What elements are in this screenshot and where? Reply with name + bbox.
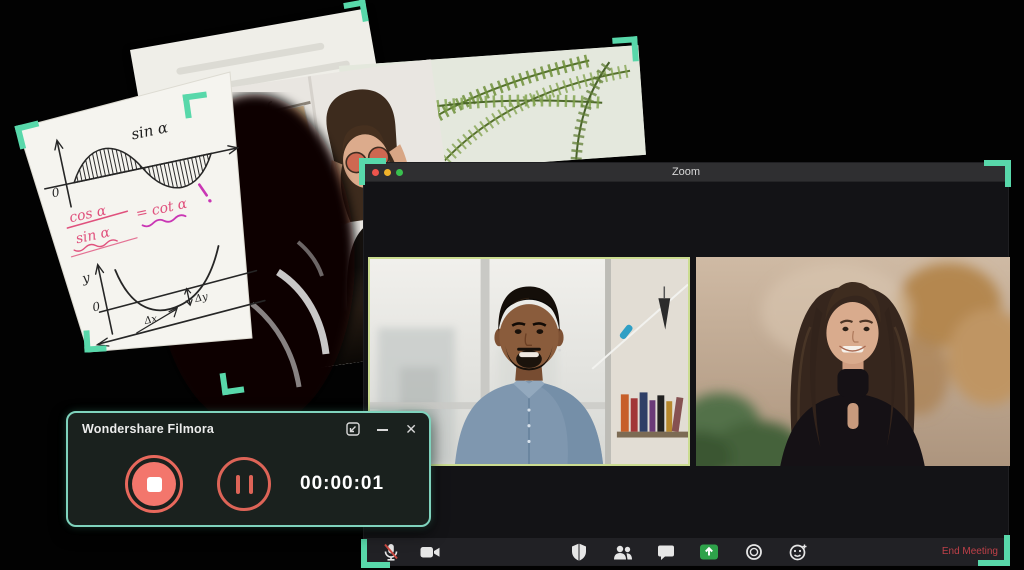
- capture-marker-palm-top-right: [612, 36, 639, 63]
- zoom-window: Zoom: [363, 162, 1009, 566]
- participant-video-2[interactable]: [696, 257, 1010, 466]
- video-camera-icon[interactable]: [419, 542, 441, 562]
- stop-square-icon: [147, 477, 162, 492]
- stop-button-circle: [132, 462, 176, 506]
- pause-icon: [236, 475, 240, 494]
- filmora-recorder-widget: Wondershare Filmora ✕ 00:00:01: [66, 411, 431, 527]
- minimize-icon[interactable]: [377, 429, 388, 431]
- pause-recording-button[interactable]: [217, 457, 271, 511]
- security-shield-icon[interactable]: [569, 542, 589, 562]
- filmora-window-controls: ✕: [346, 422, 417, 436]
- video-grid: [368, 257, 1006, 466]
- share-screen-icon[interactable]: [699, 542, 719, 562]
- record-icon[interactable]: [744, 542, 764, 562]
- capture-marker-photo-bottom-left: [220, 371, 245, 396]
- capture-marker-whiteboard-bottom-left: [83, 329, 106, 352]
- capture-marker-doc-top-right: [343, 0, 368, 25]
- math-whiteboard-photo: 0 sin α cos α sin α = cot α y 0: [0, 58, 310, 370]
- expand-icon[interactable]: [346, 422, 360, 436]
- recording-timer: 00:00:01: [300, 473, 384, 495]
- capture-marker-zoom-top-left: [359, 158, 386, 185]
- capture-marker-zoom-bottom-left: [361, 539, 390, 568]
- reactions-icon[interactable]: [788, 542, 808, 562]
- chat-icon[interactable]: [656, 542, 676, 562]
- close-icon[interactable]: ✕: [405, 422, 417, 436]
- zoom-toolbar: End Meeting: [364, 538, 1008, 565]
- zoom-titlebar[interactable]: Zoom: [364, 163, 1008, 182]
- capture-marker-photo-top-left: [182, 91, 209, 118]
- capture-marker-zoom-bottom-right: [978, 535, 1010, 566]
- stop-recording-button[interactable]: [125, 455, 183, 513]
- filmora-title: Wondershare Filmora: [82, 422, 214, 436]
- participants-icon[interactable]: [612, 542, 634, 562]
- participant-2-illustration: [696, 257, 1010, 466]
- desktop: 0 sin α cos α sin α = cot α y 0: [0, 0, 1024, 570]
- maximize-window-button[interactable]: [396, 169, 403, 176]
- window-title: Zoom: [364, 163, 1008, 181]
- capture-marker-zoom-top-right: [984, 160, 1011, 187]
- pause-icon: [249, 475, 253, 494]
